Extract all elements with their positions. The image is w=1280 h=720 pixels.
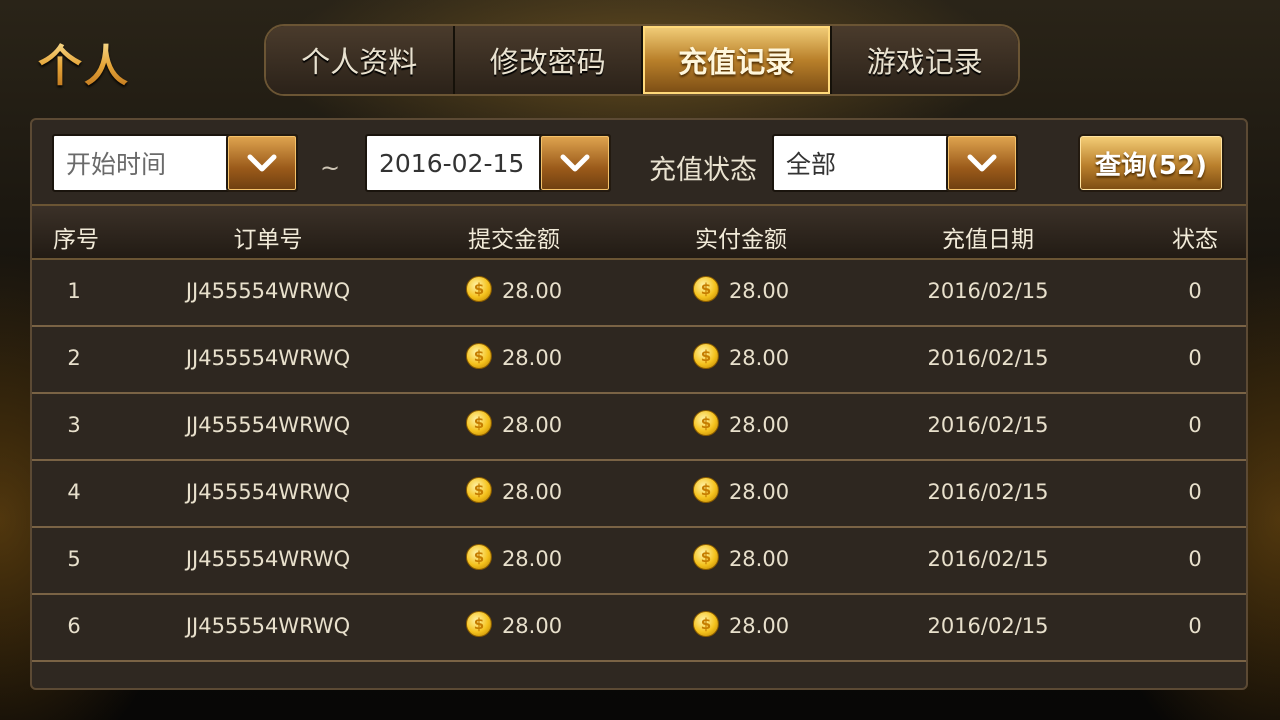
- paid-amount: 28.00: [728, 614, 790, 638]
- gold-coin-icon: $: [692, 611, 719, 637]
- tab-recharge-records[interactable]: 充值记录: [643, 26, 832, 94]
- cell-paid: $ 28.00: [692, 544, 790, 571]
- start-date-placeholder: 开始时间: [66, 150, 167, 179]
- cell-paid: $ 28.00: [692, 410, 790, 437]
- table-row[interactable]: 6 JJ455554WRWQ $ 28.00 $ 28.00 2016/02/1…: [32, 595, 1246, 662]
- cell-no: 3: [67, 413, 81, 437]
- cell-paid: $ 28.00: [692, 276, 790, 303]
- recharge-status-label: 充值状态: [649, 155, 757, 186]
- cell-no: 2: [67, 346, 81, 370]
- end-date-value: 2016-02-15: [379, 148, 525, 178]
- cell-submitted: $ 28.00: [465, 611, 563, 638]
- cell-date: 2016/02/15: [927, 346, 1049, 370]
- chevron-down-icon: [247, 154, 277, 172]
- cell-order: JJ455554WRWQ: [185, 346, 351, 370]
- submitted-amount: 28.00: [501, 480, 563, 504]
- gold-coin-icon: $: [465, 544, 492, 570]
- cell-date: 2016/02/15: [927, 480, 1049, 504]
- column-header-submitted: 提交金额: [468, 227, 560, 253]
- cell-order: JJ455554WRWQ: [185, 547, 351, 571]
- paid-amount: 28.00: [728, 480, 790, 504]
- gold-coin-icon: $: [692, 410, 719, 436]
- gold-coin-icon: $: [465, 410, 492, 436]
- cell-date: 2016/02/15: [927, 279, 1049, 303]
- table-row[interactable]: 2 JJ455554WRWQ $ 28.00 $ 28.00 2016/02/1…: [32, 327, 1246, 394]
- gold-coin-icon: $: [465, 611, 492, 637]
- cell-paid: $ 28.00: [692, 477, 790, 504]
- cell-date: 2016/02/15: [927, 413, 1049, 437]
- column-header-status: 状态: [1172, 227, 1218, 253]
- end-date-field[interactable]: 2016-02-15: [365, 134, 611, 192]
- gold-coin-icon: $: [692, 343, 719, 369]
- gold-coin-icon: $: [692, 276, 719, 302]
- cell-submitted: $ 28.00: [465, 544, 563, 571]
- chevron-down-icon: [560, 154, 590, 172]
- filter-bar: 开始时间 ~ 2016-02-15 充值状态 全部 查询(52): [32, 120, 1246, 206]
- cell-date: 2016/02/15: [927, 614, 1049, 638]
- cell-submitted: $ 28.00: [465, 276, 563, 303]
- submitted-amount: 28.00: [501, 346, 563, 370]
- column-header-paid: 实付金额: [695, 227, 787, 253]
- table-body: 1 JJ455554WRWQ $ 28.00 $ 28.00 2016/02/1…: [32, 260, 1246, 662]
- cell-submitted: $ 28.00: [465, 343, 563, 370]
- cell-order: JJ455554WRWQ: [185, 279, 351, 303]
- cell-status: 0: [1188, 279, 1202, 303]
- recharge-status-value: 全部: [786, 150, 837, 179]
- start-date-field[interactable]: 开始时间: [52, 134, 298, 192]
- cell-status: 0: [1188, 413, 1202, 437]
- cell-no: 4: [67, 480, 81, 504]
- cell-paid: $ 28.00: [692, 611, 790, 638]
- paid-amount: 28.00: [728, 279, 790, 303]
- submitted-amount: 28.00: [501, 413, 563, 437]
- submitted-amount: 28.00: [501, 279, 563, 303]
- column-header-date: 充值日期: [942, 227, 1034, 253]
- status-dropdown-button[interactable]: [946, 134, 1018, 192]
- tab-change-password[interactable]: 修改密码: [454, 26, 643, 94]
- cell-order: JJ455554WRWQ: [185, 480, 351, 504]
- chevron-down-icon: [967, 154, 997, 172]
- date-range-separator: ~: [320, 154, 341, 182]
- gold-coin-icon: $: [692, 477, 719, 503]
- gold-coin-icon: $: [465, 477, 492, 503]
- cell-paid: $ 28.00: [692, 343, 790, 370]
- gold-coin-icon: $: [465, 343, 492, 369]
- tab-personal-info[interactable]: 个人资料: [266, 26, 455, 94]
- column-header-order: 订单号: [233, 227, 303, 253]
- table-row[interactable]: 3 JJ455554WRWQ $ 28.00 $ 28.00 2016/02/1…: [32, 394, 1246, 461]
- column-header-no: 序号: [53, 227, 99, 253]
- cell-no: 1: [67, 279, 81, 303]
- cell-date: 2016/02/15: [927, 547, 1049, 571]
- cell-no: 5: [67, 547, 81, 571]
- cell-order: JJ455554WRWQ: [185, 614, 351, 638]
- submitted-amount: 28.00: [501, 614, 563, 638]
- recharge-status-select[interactable]: 全部: [772, 134, 1018, 192]
- table-row[interactable]: 5 JJ455554WRWQ $ 28.00 $ 28.00 2016/02/1…: [32, 528, 1246, 595]
- cell-order: JJ455554WRWQ: [185, 413, 351, 437]
- gold-coin-icon: $: [692, 544, 719, 570]
- tab-bar: 个人资料 修改密码 充值记录 游戏记录: [264, 24, 1020, 96]
- paid-amount: 28.00: [728, 547, 790, 571]
- query-button[interactable]: 查询(52): [1078, 134, 1224, 192]
- cell-status: 0: [1188, 547, 1202, 571]
- page-title: 个人: [38, 30, 130, 94]
- cell-submitted: $ 28.00: [465, 477, 563, 504]
- table-header: 序号 订单号 提交金额 实付金额 充值日期 状态: [32, 204, 1246, 260]
- start-date-dropdown-button[interactable]: [226, 134, 298, 192]
- cell-status: 0: [1188, 346, 1202, 370]
- end-date-dropdown-button[interactable]: [539, 134, 611, 192]
- cell-no: 6: [67, 614, 81, 638]
- paid-amount: 28.00: [728, 346, 790, 370]
- gold-coin-icon: $: [465, 276, 492, 302]
- paid-amount: 28.00: [728, 413, 790, 437]
- table-row[interactable]: 1 JJ455554WRWQ $ 28.00 $ 28.00 2016/02/1…: [32, 260, 1246, 327]
- cell-submitted: $ 28.00: [465, 410, 563, 437]
- cell-status: 0: [1188, 614, 1202, 638]
- cell-status: 0: [1188, 480, 1202, 504]
- records-panel: 开始时间 ~ 2016-02-15 充值状态 全部 查询(52) 序号 订单号 …: [30, 118, 1248, 690]
- tab-game-records[interactable]: 游戏记录: [831, 26, 1018, 94]
- submitted-amount: 28.00: [501, 547, 563, 571]
- table-row[interactable]: 4 JJ455554WRWQ $ 28.00 $ 28.00 2016/02/1…: [32, 461, 1246, 528]
